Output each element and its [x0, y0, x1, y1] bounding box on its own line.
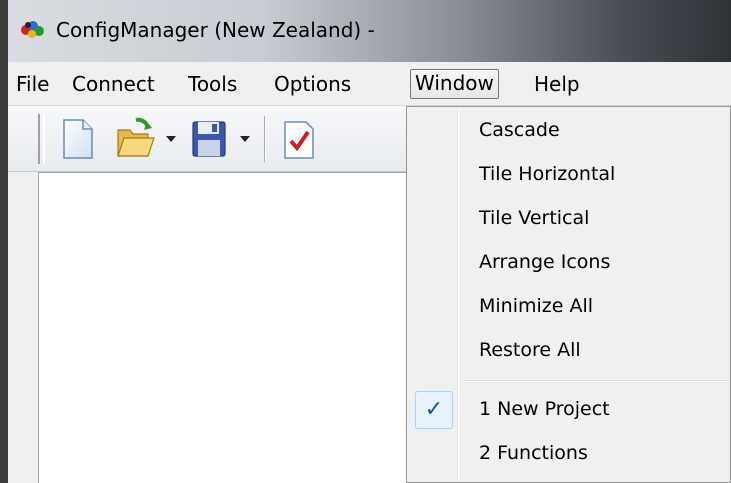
- menu-bar: File Connect Tools Options Window Help: [8, 62, 731, 106]
- client-area[interactable]: [38, 172, 438, 483]
- menu-item-cascade[interactable]: Cascade: [409, 111, 728, 151]
- menu-options[interactable]: Options: [270, 71, 355, 99]
- menu-item-label: Tile Vertical: [479, 207, 590, 229]
- menu-tools[interactable]: Tools: [184, 71, 241, 99]
- menu-file[interactable]: File: [12, 71, 53, 99]
- save-disk-icon: [192, 121, 226, 157]
- menu-item-restore-all[interactable]: Restore All: [409, 331, 728, 371]
- configmanager-app-icon: [21, 21, 44, 38]
- toolbar-separator: [264, 116, 266, 162]
- title-bar[interactable]: ConfigManager (New Zealand) -: [8, 0, 731, 62]
- toolbar-grip[interactable]: [38, 114, 45, 164]
- menu-item-label: Minimize All: [479, 295, 594, 317]
- menu-item-label: Tile Horizontal: [479, 163, 616, 185]
- menu-item-minimize-all[interactable]: Minimize All: [409, 287, 728, 327]
- open-folder-icon: [117, 117, 155, 157]
- menu-item-tile-vertical[interactable]: Tile Vertical: [409, 199, 728, 239]
- checked-indicator: ✓: [415, 391, 453, 429]
- menu-item-window-new-project[interactable]: ✓ 1 New Project: [409, 390, 728, 430]
- menu-item-window-functions[interactable]: 2 Functions: [409, 434, 728, 474]
- open-dropdown-arrow[interactable]: [166, 136, 176, 142]
- menu-item-label: Cascade: [479, 119, 560, 141]
- menu-help[interactable]: Help: [530, 71, 584, 99]
- menu-item-arrange-icons[interactable]: Arrange Icons: [409, 243, 728, 283]
- menu-connect[interactable]: Connect: [68, 71, 159, 99]
- menu-item-tile-horizontal[interactable]: Tile Horizontal: [409, 155, 728, 195]
- checkmark-icon: ✓: [424, 397, 444, 422]
- menu-item-label: Restore All: [479, 339, 581, 361]
- menu-item-label: 1 New Project: [479, 398, 610, 420]
- menu-item-label: 2 Functions: [479, 442, 588, 464]
- check-document-icon: [284, 121, 314, 159]
- new-document-button[interactable]: [56, 116, 98, 162]
- menu-separator: [463, 380, 728, 382]
- open-button[interactable]: [114, 116, 156, 162]
- save-button[interactable]: [188, 116, 230, 162]
- window-menu-dropdown: Cascade Tile Horizontal Tile Vertical Ar…: [406, 106, 731, 483]
- check-document-button[interactable]: [278, 116, 320, 162]
- save-dropdown-arrow[interactable]: [240, 136, 250, 142]
- new-document-icon: [63, 119, 93, 159]
- menu-item-label: Arrange Icons: [479, 251, 611, 273]
- window-title: ConfigManager (New Zealand) -: [56, 18, 375, 42]
- menu-window[interactable]: Window: [410, 69, 499, 99]
